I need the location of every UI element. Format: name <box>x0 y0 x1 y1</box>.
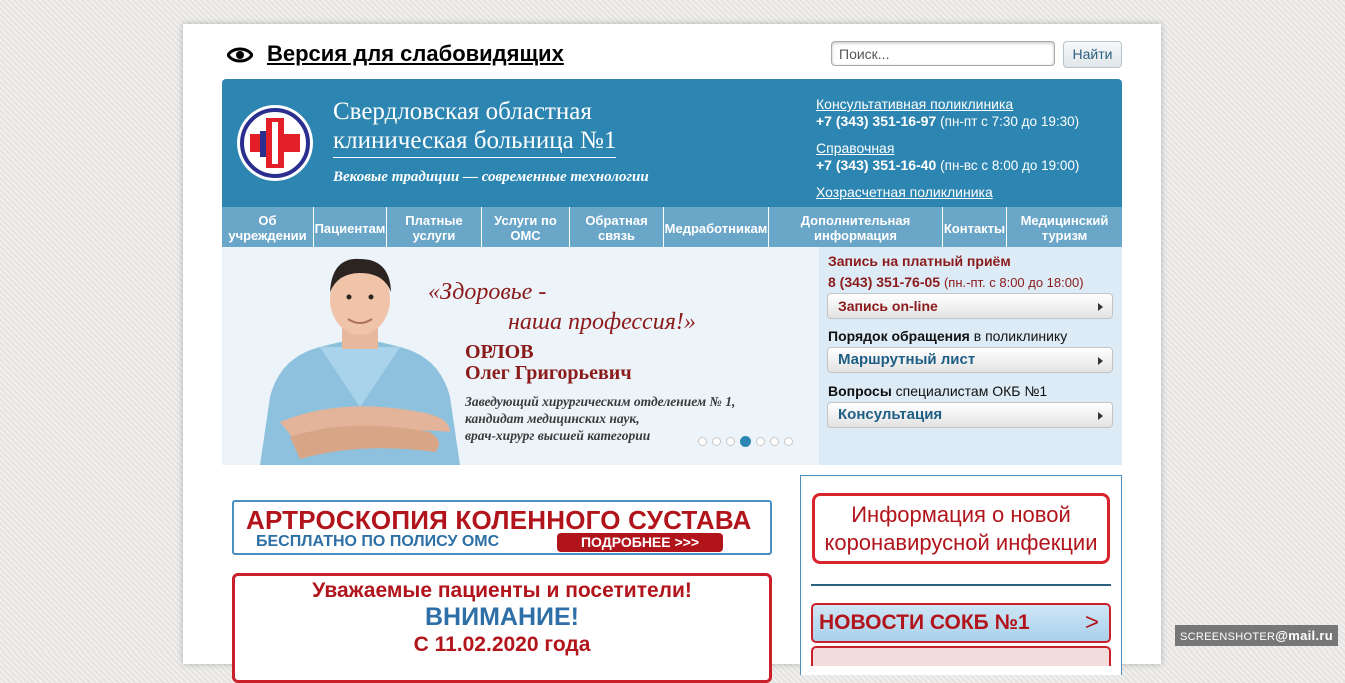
watermark-right: @mail.ru <box>1275 628 1333 643</box>
slider-dot-active[interactable] <box>740 436 751 447</box>
online-booking-label: Запись on-line <box>838 298 938 314</box>
doctor-description: Заведующий хирургическим отделением № 1,… <box>465 393 735 444</box>
arrow-right-icon <box>1098 303 1103 311</box>
contact-consult: Консультативная поликлиника +7 (343) 351… <box>816 96 1079 130</box>
order-rest: в поликлинику <box>969 328 1068 344</box>
paid-phone: 8 (343) 351-76-05 <box>828 274 941 290</box>
watermark-left: SCREENSHOTER <box>1180 631 1276 643</box>
nav-item-medical-tourism[interactable]: Медицинский туризм <box>1007 207 1122 247</box>
hero-slider[interactable]: «Здоровье - наша профессия!» ОРЛОВ Олег … <box>222 247 819 465</box>
main-nav: Об учреждении Пациентам Платные услуги У… <box>222 207 1122 247</box>
paid-appointment-contact: 8 (343) 351-76-05 (пн.-пт. с 8:00 до 18:… <box>828 274 1084 290</box>
arthroscopy-banner[interactable]: АРТРОСКОПИЯ КОЛЕННОГО СУСТАВА БЕСПЛАТНО … <box>232 500 772 555</box>
slider-dot[interactable] <box>698 437 707 446</box>
notice-greeting: Уважаемые пациенты и посетители! <box>312 579 692 602</box>
news-label: НОВОСТИ СОКБ №1 <box>819 611 1030 634</box>
questions-bold: Вопросы <box>828 383 892 399</box>
route-sheet-button[interactable]: Маршрутный лист <box>827 347 1113 373</box>
info-hours: (пн-вс с 8:00 до 19:00) <box>940 158 1080 173</box>
paid-appointment-title: Запись на платный приём <box>828 253 1011 269</box>
nav-item-feedback[interactable]: Обратная связь <box>570 207 664 247</box>
doctor-surname: ОРЛОВ <box>465 341 534 363</box>
nav-item-patients[interactable]: Пациентам <box>314 207 387 247</box>
arthroscopy-title: АРТРОСКОПИЯ КОЛЕННОГО СУСТАВА <box>246 505 752 535</box>
low-vision-link[interactable]: Версия для слабовидящих <box>267 41 564 67</box>
nav-item-additional-info[interactable]: Дополнительная информация <box>769 207 943 247</box>
quote-line-1: «Здоровье - <box>428 279 547 305</box>
organization-title: Свердловская областная клиническая больн… <box>333 97 693 158</box>
news-button[interactable]: НОВОСТИ СОКБ №1 > <box>811 603 1111 643</box>
attention-notice[interactable]: Уважаемые пациенты и посетители! ВНИМАНИ… <box>232 573 772 683</box>
appointment-panel: Запись на платный приём 8 (343) 351-76-0… <box>819 247 1122 465</box>
search-input[interactable] <box>831 41 1055 66</box>
arrow-right-icon <box>1098 412 1103 420</box>
next-banner-partial[interactable] <box>811 646 1111 666</box>
order-bold: Порядок обращения <box>828 328 970 344</box>
quote-line-2: наша профессия!» <box>508 309 696 335</box>
site-header: Свердловская областная клиническая больн… <box>222 79 1122 207</box>
divider <box>811 584 1111 586</box>
contact-info: Справочная +7 (343) 351-16-40 (пн-вс с 8… <box>816 140 1079 174</box>
covid-line-1: Информация о новой <box>851 502 1071 527</box>
header-contacts: Консультативная поликлиника +7 (343) 351… <box>816 96 1079 211</box>
nav-item-about[interactable]: Об учреждении <box>222 207 314 247</box>
slogan: Вековые традиции — современные технологи… <box>333 169 649 185</box>
questions-rest: специалистам ОКБ №1 <box>891 383 1048 399</box>
consult-clinic-link[interactable]: Консультативная поликлиника <box>816 96 1013 112</box>
slider-dot[interactable] <box>770 437 779 446</box>
online-booking-button[interactable]: Запись on-line <box>827 293 1113 319</box>
eye-icon[interactable] <box>227 46 253 64</box>
nav-item-paid-services[interactable]: Платные услуги <box>387 207 482 247</box>
slider-dot[interactable] <box>712 437 721 446</box>
slider-dot[interactable] <box>726 437 735 446</box>
notice-date: С 11.02.2020 года <box>413 633 591 656</box>
nav-item-contacts[interactable]: Контакты <box>943 207 1007 247</box>
doctor-given-names: Олег Григорьевич <box>465 362 632 384</box>
consultation-button[interactable]: Консультация <box>827 402 1113 428</box>
covid-line-2: коронавирусной инфекции <box>824 530 1098 555</box>
doctor-name: ОРЛОВ Олег Григорьевич <box>465 342 632 384</box>
paid-appointment-label: Запись на платный приём <box>828 253 1011 269</box>
order-text: Порядок обращения в поликлинику <box>828 328 1067 344</box>
hospital-logo[interactable] <box>236 104 314 182</box>
slider-dot[interactable] <box>756 437 765 446</box>
doctor-desc-line-2: кандидат медицинских наук, <box>465 411 640 426</box>
title-line-1: Свердловская областная <box>333 98 592 125</box>
paid-clinic-link[interactable]: Хозрасчетная поликлиника <box>816 184 993 200</box>
banner-quote: «Здоровье - наша профессия!» <box>428 277 696 337</box>
info-desk-link[interactable]: Справочная <box>816 140 894 156</box>
doctor-desc-line-3: врач-хирург высшей категории <box>465 428 651 443</box>
slider-dot[interactable] <box>784 437 793 446</box>
coronavirus-info-banner[interactable]: Информация о новой коронавирусной инфекц… <box>812 493 1110 564</box>
nav-item-oms-services[interactable]: Услуги по ОМС <box>482 207 570 247</box>
consult-hours: (пн-пт с 7:30 до 19:30) <box>940 114 1080 129</box>
page-container: Версия для слабовидящих Найти Свердловск… <box>183 24 1161 683</box>
doctor-desc-line-1: Заведующий хирургическим отделением № 1, <box>465 394 736 409</box>
paid-hours: (пн.-пт. с 8:00 до 18:00) <box>943 275 1084 290</box>
arrow-right-icon <box>1098 357 1103 365</box>
arthroscopy-subtitle: БЕСПЛАТНО ПО ПОЛИСУ ОМС <box>256 533 500 550</box>
consult-phone: +7 (343) 351-16-97 <box>816 113 937 129</box>
contact-paid: Хозрасчетная поликлиника <box>816 184 1079 201</box>
search-button[interactable]: Найти <box>1063 41 1122 68</box>
notice-attention: ВНИМАНИЕ! <box>425 603 579 631</box>
nav-item-medical-staff[interactable]: Медработникам <box>664 207 769 247</box>
route-sheet-label: Маршрутный лист <box>838 351 976 368</box>
details-button[interactable]: ПОДРОБНЕЕ >>> <box>557 533 723 552</box>
slider-dots <box>698 436 793 447</box>
info-phone: +7 (343) 351-16-40 <box>816 157 937 173</box>
chevron-right-icon: > <box>1084 609 1099 636</box>
questions-text: Вопросы специалистам ОКБ №1 <box>828 383 1047 399</box>
screenshoter-watermark: SCREENSHOTER@mail.ru <box>1175 625 1338 646</box>
right-column: Информация о новой коронавирусной инфекц… <box>800 475 1122 675</box>
consultation-label: Консультация <box>838 406 943 423</box>
title-line-2: клиническая больница №1 <box>333 126 617 158</box>
